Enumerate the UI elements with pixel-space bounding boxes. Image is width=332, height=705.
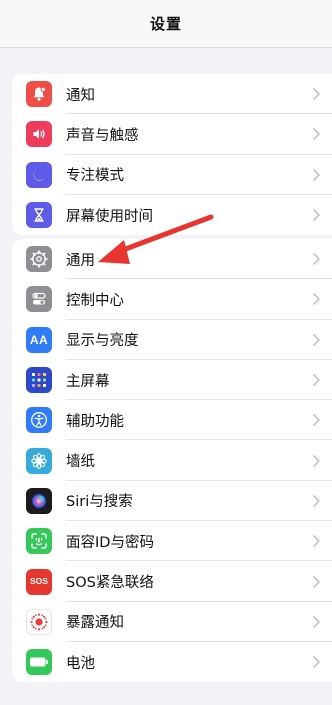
settings-item-label: 电池	[66, 655, 95, 672]
settings-item-focus[interactable]: 专注模式	[12, 155, 332, 195]
settings-group-2: 通用 控制中心 AA 显示与亮度 主屏幕 辅助功能 墙纸 Siri与搜索 面容I…	[12, 239, 332, 683]
chevron-right-icon	[313, 293, 320, 306]
settings-item-label: Siri与搜索	[66, 494, 133, 511]
settings-item-emergency-sos[interactable]: SOS SOS紧急联络	[12, 561, 332, 602]
bell-icon	[26, 81, 52, 108]
settings-item-face-id-passcode[interactable]: 面容ID与密码	[12, 521, 332, 562]
chevron-right-icon	[313, 168, 320, 181]
chevron-right-icon	[313, 128, 320, 141]
chevron-right-icon	[313, 535, 320, 548]
face-id-icon	[26, 528, 52, 555]
chevron-right-icon	[313, 333, 320, 346]
chevron-right-icon	[313, 253, 320, 265]
settings-item-display-brightness[interactable]: AA 显示与亮度	[12, 320, 332, 360]
chevron-right-icon	[313, 374, 320, 386]
settings-item-label: 主屏幕	[66, 373, 110, 390]
battery-icon	[26, 649, 52, 676]
settings-item-label: 屏幕使用时间	[66, 208, 153, 225]
chevron-right-icon	[313, 575, 320, 588]
settings-item-accessibility[interactable]: 辅助功能	[12, 400, 332, 441]
speaker-icon	[26, 121, 52, 148]
chevron-right-icon	[313, 495, 320, 507]
settings-item-label: 通知	[66, 87, 95, 104]
settings-item-exposure-notifications[interactable]: 暴露通知	[12, 602, 332, 642]
text-size-icon: AA	[26, 326, 52, 353]
chevron-right-icon	[313, 454, 320, 467]
settings-item-screen-time[interactable]: 屏幕使用时间	[12, 195, 332, 235]
sos-glyph: SOS	[30, 576, 48, 587]
settings-item-label: 控制中心	[66, 292, 124, 309]
siri-icon	[26, 487, 52, 514]
toggles-icon	[26, 286, 52, 313]
navigation-bar: 设置	[0, 0, 332, 48]
page-title: 设置	[149, 15, 182, 33]
settings-group-1: 通知 声音与触感 专注模式 屏幕使用时间	[12, 74, 332, 236]
settings-item-label: SOS紧急联络	[66, 575, 154, 592]
chevron-right-icon	[313, 616, 320, 628]
chevron-right-icon	[313, 88, 320, 100]
chevron-right-icon	[313, 209, 320, 221]
settings-item-wallpaper[interactable]: 墙纸	[12, 440, 332, 481]
settings-item-label: 墙纸	[66, 454, 95, 471]
text-size-glyph: AA	[29, 332, 49, 347]
flower-icon	[26, 447, 52, 474]
settings-item-label: 显示与亮度	[66, 333, 139, 350]
exposure-icon	[26, 608, 52, 635]
settings-item-siri-search[interactable]: Siri与搜索	[12, 481, 332, 522]
settings-item-notifications[interactable]: 通知	[12, 74, 332, 115]
settings-item-label: 专注模式	[66, 168, 124, 185]
settings-item-home-screen[interactable]: 主屏幕	[12, 360, 332, 401]
settings-item-sounds[interactable]: 声音与触感	[12, 114, 332, 155]
chevron-right-icon	[313, 414, 320, 427]
settings-item-control-center[interactable]: 控制中心	[12, 279, 332, 320]
moon-icon	[26, 161, 52, 188]
settings-item-label: 声音与触感	[66, 127, 139, 144]
settings-item-label: 面容ID与密码	[66, 534, 154, 551]
settings-item-battery[interactable]: 电池	[12, 642, 332, 682]
chevron-right-icon	[313, 656, 320, 668]
gear-icon	[26, 246, 52, 273]
settings-item-label: 通用	[66, 252, 95, 269]
hourglass-icon	[26, 202, 52, 229]
sos-icon: SOS	[26, 568, 52, 595]
settings-item-label: 辅助功能	[66, 413, 124, 430]
home-grid-icon	[26, 367, 52, 394]
settings-item-general[interactable]: 通用	[12, 239, 332, 280]
settings-item-label: 暴露通知	[66, 615, 124, 632]
accessibility-icon	[26, 407, 52, 434]
